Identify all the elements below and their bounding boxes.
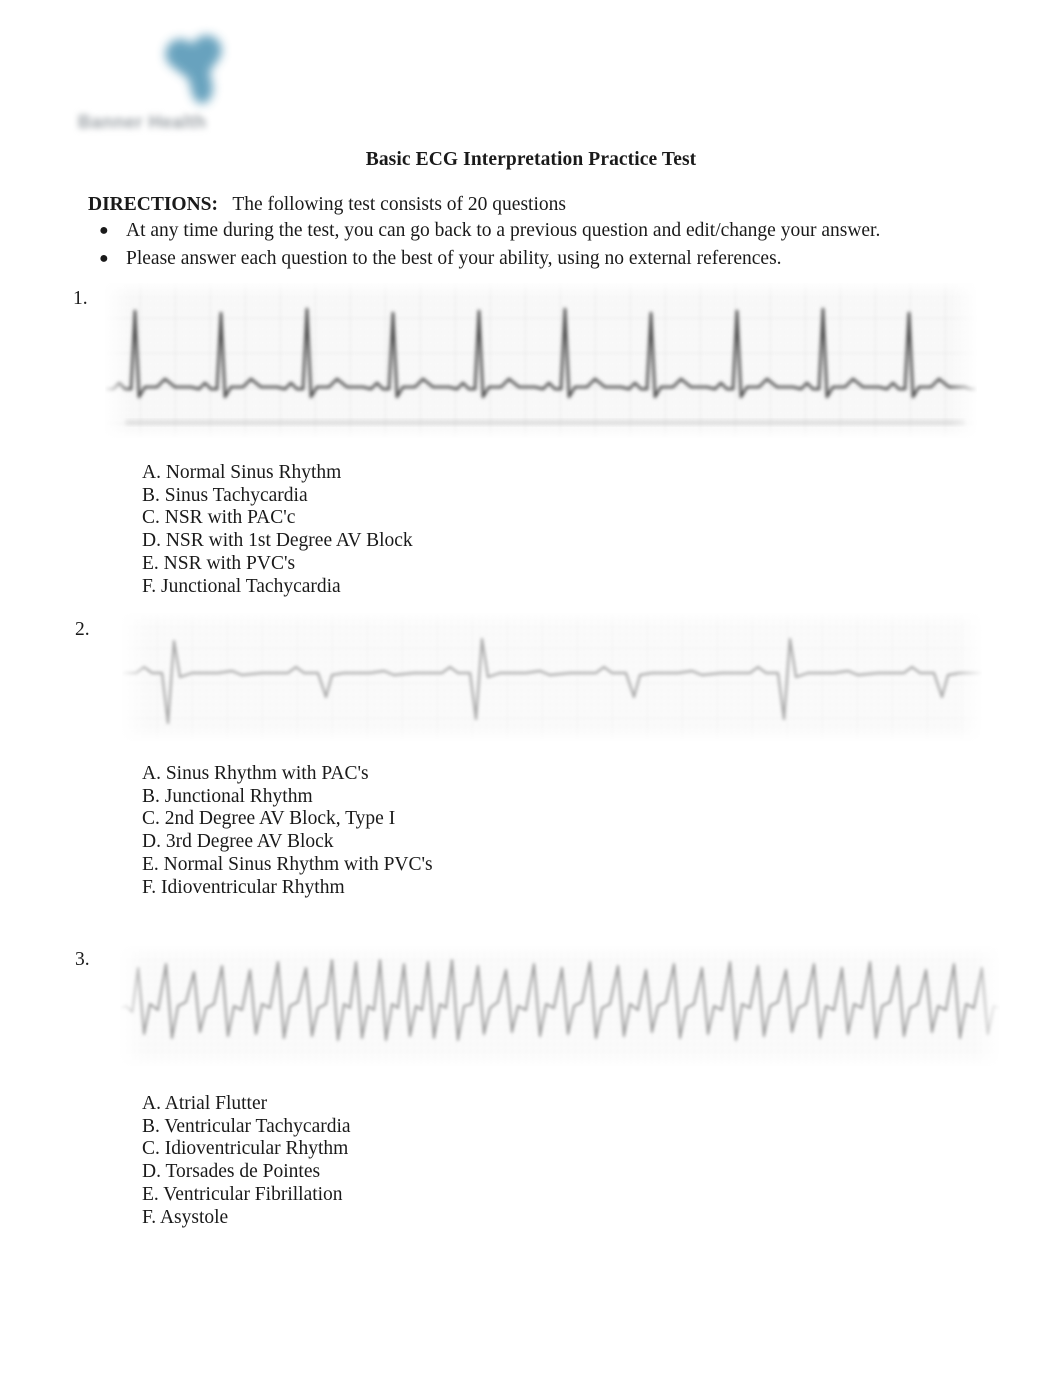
answer-option[interactable]: A. Normal Sinus Rhythm — [142, 462, 413, 485]
page-title: Basic ECG Interpretation Practice Test — [365, 149, 697, 170]
directions-body: The following test consists of 20 questi… — [232, 194, 566, 215]
answer-option[interactable]: E. NSR with PVC's — [142, 553, 413, 576]
answer-option[interactable]: E. Normal Sinus Rhythm with PVC's — [142, 854, 433, 877]
answer-option[interactable]: D. Torsades de Pointes — [142, 1161, 351, 1184]
bullet-icon: ● — [99, 222, 109, 239]
organization-logo: Banner Health — [78, 26, 278, 144]
ecg-rhythm-strip-3 — [120, 946, 1000, 1066]
answer-option[interactable]: A. Atrial Flutter — [142, 1093, 351, 1116]
answer-option[interactable]: B. Ventricular Tachycardia — [142, 1116, 351, 1139]
question-number: 3. — [75, 949, 90, 970]
directions-label: DIRECTIONS: — [88, 194, 219, 215]
directions-item-text: At any time during the test, you can go … — [126, 220, 881, 241]
answer-option[interactable]: B. Junctional Rhythm — [142, 786, 433, 809]
answer-options-2: A. Sinus Rhythm with PAC's B. Junctional… — [142, 763, 433, 899]
question-number: 2. — [75, 619, 90, 640]
answer-options-1: A. Normal Sinus Rhythm B. Sinus Tachycar… — [142, 462, 413, 598]
directions-item: ● Please answer each question to the bes… — [88, 245, 988, 273]
answer-option[interactable]: F. Idioventricular Rhythm — [142, 877, 433, 900]
answer-option[interactable]: C. Idioventricular Rhythm — [142, 1138, 351, 1161]
question-number: 1. — [73, 288, 88, 309]
answer-options-3: A. Atrial Flutter B. Ventricular Tachyca… — [142, 1093, 351, 1229]
answer-option[interactable]: C. 2nd Degree AV Block, Type I — [142, 808, 433, 831]
answer-option[interactable]: F. Asystole — [142, 1207, 351, 1230]
directions-item-text: Please answer each question to the best … — [126, 248, 782, 269]
logo-wordmark: Banner Health — [78, 112, 207, 132]
heart-icon — [158, 28, 232, 110]
directions-list: ● At any time during the test, you can g… — [88, 217, 988, 273]
answer-option[interactable]: E. Ventricular Fibrillation — [142, 1184, 351, 1207]
answer-option[interactable]: D. 3rd Degree AV Block — [142, 831, 433, 854]
ecg-rhythm-strip-2 — [122, 613, 982, 741]
answer-option[interactable]: B. Sinus Tachycardia — [142, 485, 413, 508]
directions-section: DIRECTIONS: The following test consists … — [88, 192, 988, 273]
answer-option[interactable]: D. NSR with 1st Degree AV Block — [142, 530, 413, 553]
directions-header: DIRECTIONS: The following test consists … — [88, 192, 988, 217]
answer-option[interactable]: A. Sinus Rhythm with PAC's — [142, 763, 433, 786]
bullet-icon: ● — [99, 250, 109, 267]
directions-item: ● At any time during the test, you can g… — [88, 217, 988, 245]
ecg-rhythm-strip-1 — [105, 283, 977, 438]
answer-option[interactable]: F. Junctional Tachycardia — [142, 576, 413, 599]
answer-option[interactable]: C. NSR with PAC'c — [142, 507, 413, 530]
